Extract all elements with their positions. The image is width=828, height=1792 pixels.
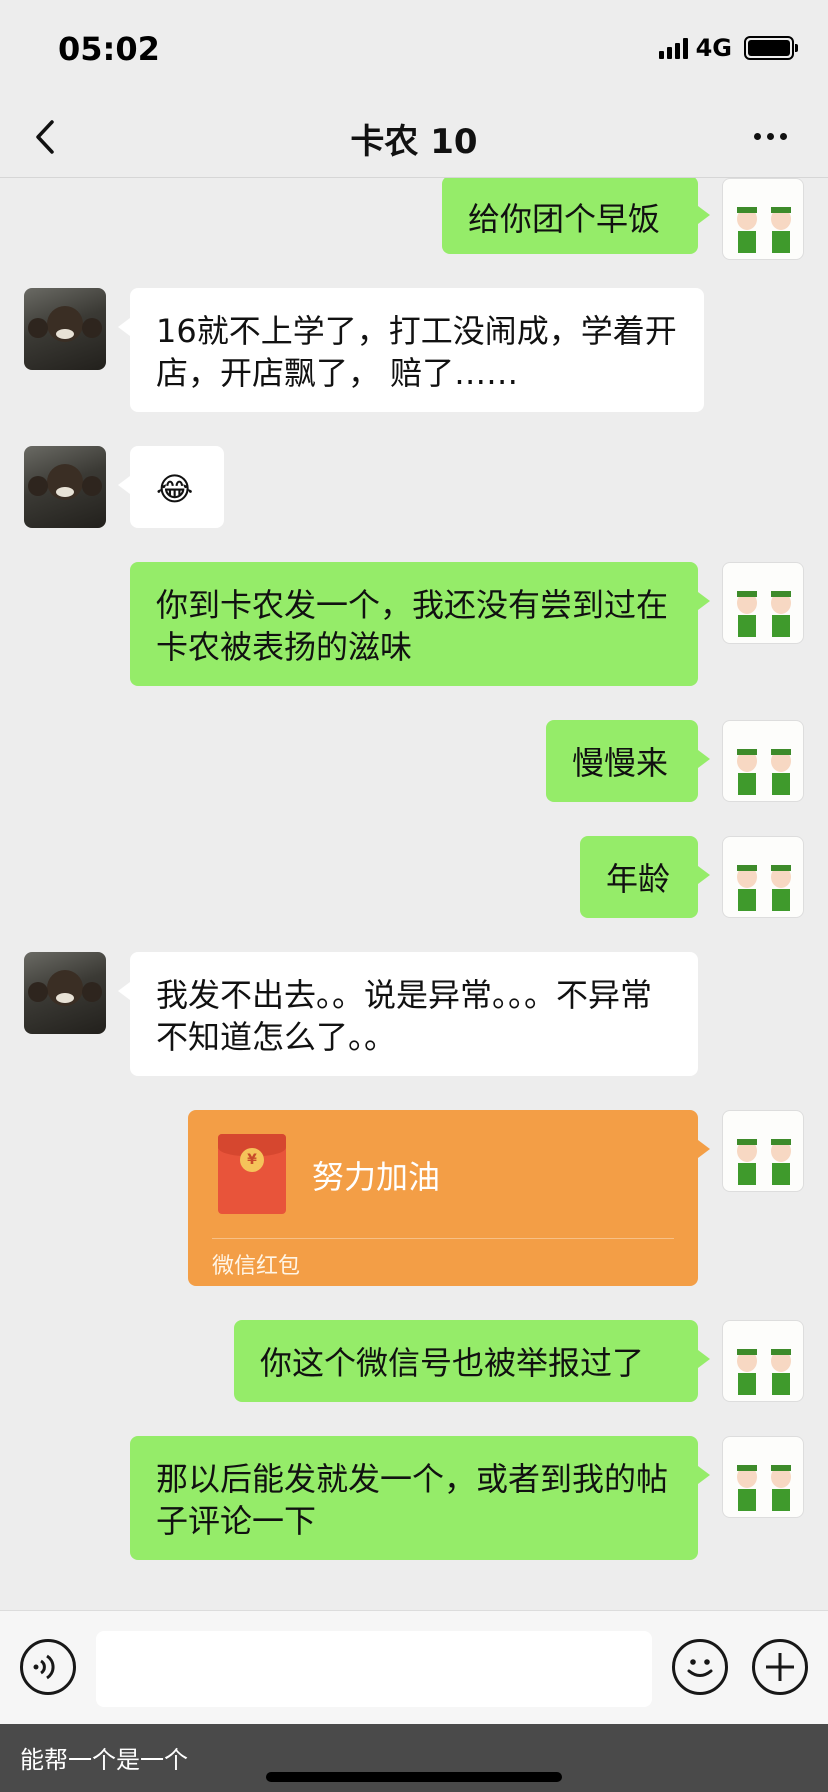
signal-icon — [658, 37, 688, 59]
message-bubble[interactable]: 给你团个早饭 — [442, 178, 710, 254]
plus-button[interactable] — [752, 1639, 808, 1695]
status-bar: 05:02 4G — [0, 0, 828, 96]
message-text: 你这个微信号也被举报过了 — [260, 1344, 645, 1382]
message-bubble[interactable]: 我发不出去。。说是异常。。。不异常不知道怎么了。。 — [118, 952, 698, 1076]
avatar-image — [737, 1139, 791, 1185]
chat-title: 卡农 10 — [350, 122, 478, 162]
red-packet-title: 努力加油 — [312, 1158, 441, 1196]
voice-button[interactable] — [20, 1639, 76, 1695]
avatar-image — [737, 1465, 791, 1511]
avatar-image — [737, 749, 791, 795]
my-avatar[interactable] — [722, 1436, 804, 1518]
avatar-image — [737, 865, 791, 911]
my-avatar[interactable] — [722, 836, 804, 918]
message-text: 16就不上学了，打工没闹成，学着开店，开店飘了， 赔了…… — [156, 312, 677, 392]
nav-bar: 卡农 10 — [0, 96, 828, 178]
my-avatar[interactable] — [722, 562, 804, 644]
status-indicators: 4G — [658, 34, 798, 62]
message-bubble[interactable]: 😂 — [118, 446, 224, 528]
message-text: 慢慢来 — [572, 744, 669, 782]
message-list[interactable]: 给你团个早饭 16就不上学了，打工没闹成，学着开店，开店飘了， 赔了…… 😂 你… — [0, 178, 828, 1610]
message-text: 年龄 — [606, 860, 671, 898]
more-button[interactable] — [754, 126, 794, 146]
my-avatar[interactable] — [722, 720, 804, 802]
message-bubble[interactable]: 16就不上学了，打工没闹成，学着开店，开店飘了， 赔了…… — [118, 288, 704, 412]
avatar-image — [28, 464, 102, 500]
message-bubble[interactable]: 那以后能发就发一个，或者到我的帖子评论一下 — [130, 1436, 710, 1560]
network-label: 4G — [695, 34, 732, 62]
red-packet-label: 微信红包 — [212, 1254, 301, 1279]
contact-avatar[interactable] — [24, 288, 106, 370]
message-bubble[interactable]: 慢慢来 — [546, 720, 710, 802]
caption-text: 能帮一个是一个 — [20, 1746, 188, 1774]
emoji-icon — [687, 1659, 713, 1677]
battery-icon — [744, 36, 798, 60]
my-avatar[interactable] — [722, 178, 804, 260]
message-input[interactable] — [96, 1631, 652, 1707]
avatar-image — [737, 591, 791, 637]
emoji-button[interactable] — [672, 1639, 728, 1695]
red-packet-card[interactable]: ¥ 努力加油 微信红包 — [188, 1110, 710, 1286]
message-bubble[interactable]: 年龄 — [580, 836, 710, 918]
avatar-image — [737, 1349, 791, 1395]
message-text: 你到卡农发一个，我还没有尝到过在卡农被表扬的滋味 — [156, 586, 669, 666]
message-text: 那以后能发就发一个，或者到我的帖子评论一下 — [156, 1460, 669, 1540]
voice-icon — [33, 1654, 55, 1680]
message-text: 给你团个早饭 — [468, 200, 661, 238]
divider — [212, 1238, 674, 1239]
my-avatar[interactable] — [722, 1110, 804, 1192]
red-packet-icon: ¥ — [218, 1134, 286, 1214]
contact-avatar[interactable] — [24, 952, 106, 1034]
message-bubble[interactable]: 你到卡农发一个，我还没有尝到过在卡农被表扬的滋味 — [130, 562, 710, 686]
input-bar — [0, 1610, 828, 1724]
my-avatar[interactable] — [722, 1320, 804, 1402]
caption-bar: 能帮一个是一个 — [0, 1724, 828, 1792]
home-indicator[interactable] — [266, 1772, 562, 1782]
contact-avatar[interactable] — [24, 446, 106, 528]
avatar-image — [737, 207, 791, 253]
status-time: 05:02 — [58, 30, 160, 68]
message-bubble[interactable]: 你这个微信号也被举报过了 — [234, 1320, 710, 1402]
avatar-image — [28, 306, 102, 342]
avatar-image — [28, 970, 102, 1006]
laughing-emoji-icon: 😂 — [156, 470, 194, 508]
message-text: 我发不出去。。说是异常。。。不异常不知道怎么了。。 — [156, 976, 653, 1056]
more-icon — [754, 132, 761, 140]
